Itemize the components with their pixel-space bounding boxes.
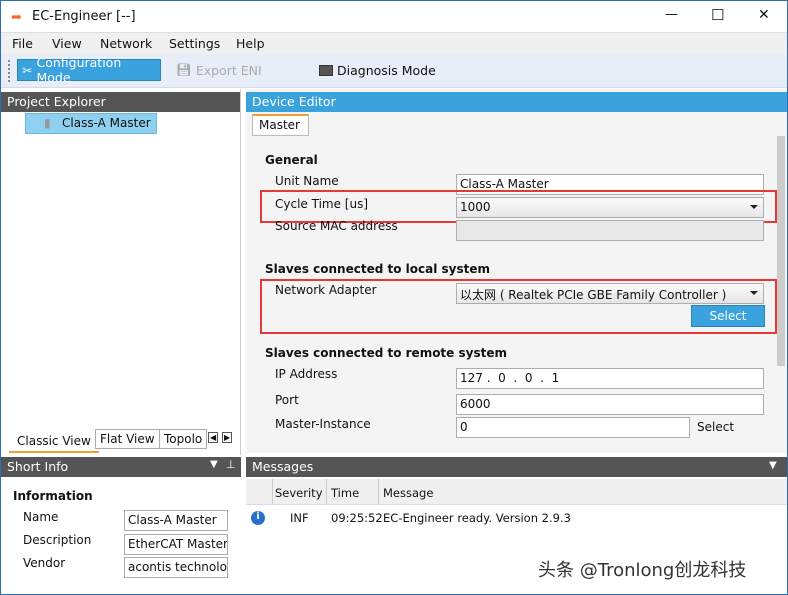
message-row[interactable]: i INF 09:25:52 EC-Engineer ready. Versio… xyxy=(246,509,787,529)
messages-column-header: Severity Time Message xyxy=(246,479,787,505)
description-field[interactable]: EtherCAT Master xyxy=(124,534,228,555)
highlight-network-adapter xyxy=(260,279,777,334)
save-icon: 💾︎ xyxy=(176,62,192,77)
ip-address-label: IP Address xyxy=(275,367,338,381)
message-text: EC-Engineer ready. Version 2.9.3 xyxy=(383,511,571,525)
pin-icon[interactable]: ⊥ xyxy=(226,458,236,471)
menu-network[interactable]: Network xyxy=(100,36,152,51)
tree-item-class-a-master[interactable]: ▮ Class-A Master xyxy=(25,113,157,134)
menu-file[interactable]: File xyxy=(12,36,33,51)
master-device-icon: ▮ xyxy=(44,116,51,130)
export-eni-button[interactable]: 💾︎ Export ENI xyxy=(172,59,266,81)
minimize-button[interactable]: — xyxy=(665,7,678,22)
close-button[interactable]: ✕ xyxy=(758,7,770,23)
dropdown-icon[interactable]: ▼ xyxy=(769,460,777,471)
port-label: Port xyxy=(275,393,299,407)
toolbar: ✂ Configuration Mode 💾︎ Export ENI Diagnos… xyxy=(1,54,787,88)
name-field[interactable]: Class-A Master xyxy=(124,510,228,531)
message-time: 09:25:52 xyxy=(331,511,383,525)
menu-view[interactable]: View xyxy=(52,36,82,51)
port-input[interactable]: 6000 xyxy=(456,394,764,415)
master-instance-label: Master-Instance xyxy=(275,417,371,431)
vertical-scrollbar[interactable] xyxy=(777,136,785,366)
tools-icon: ✂ xyxy=(22,62,33,78)
column-time[interactable]: Time xyxy=(331,486,359,500)
vendor-field[interactable]: acontis technologies xyxy=(124,557,228,578)
information-heading: Information xyxy=(13,489,93,503)
project-explorer-header: Project Explorer xyxy=(1,92,240,112)
maximize-button[interactable]: ☐ xyxy=(711,6,724,24)
unit-name-label: Unit Name xyxy=(275,174,339,188)
messages-panel: Messages ▼ Severity Time Message i INF 0… xyxy=(246,457,787,594)
local-heading: Slaves connected to local system xyxy=(265,262,490,276)
tab-master[interactable]: Master xyxy=(252,114,309,136)
column-severity[interactable]: Severity xyxy=(275,486,323,500)
ip-address-input[interactable]: 127 . 0 . 0 . 1 xyxy=(456,368,764,389)
diagnosis-mode-button[interactable]: Diagnosis Mode xyxy=(315,59,440,81)
tab-classic-view[interactable]: Classic View xyxy=(9,431,99,453)
master-instance-input[interactable]: 0 xyxy=(456,417,690,438)
source-mac-label: Source MAC address xyxy=(275,219,398,233)
configuration-mode-button[interactable]: ✂ Configuration Mode xyxy=(17,55,161,85)
description-label: Description xyxy=(23,533,92,547)
monitor-icon xyxy=(319,64,333,76)
menu-settings[interactable]: Settings xyxy=(169,36,220,51)
menu-bar: File View Network Settings Help xyxy=(1,32,787,54)
device-editor-header: Device Editor xyxy=(246,92,787,112)
watermark: 头条 @Tronlong创龙科技 xyxy=(538,560,747,581)
window-title: EC-Engineer [--] xyxy=(32,9,136,24)
view-tabs: Classic View Flat View Topolo ◀ ▶ xyxy=(9,429,239,453)
remote-heading: Slaves connected to remote system xyxy=(265,346,507,360)
source-mac-input[interactable] xyxy=(456,220,764,241)
column-message[interactable]: Message xyxy=(383,486,433,500)
select-instance-button[interactable]: Select xyxy=(697,420,734,434)
scroll-left-button[interactable]: ◀ xyxy=(208,432,219,443)
vendor-label: Vendor xyxy=(23,556,66,570)
tab-topology[interactable]: Topolo xyxy=(159,429,207,449)
menu-help[interactable]: Help xyxy=(236,36,265,51)
short-info-header: Short Info xyxy=(1,457,241,477)
toolbar-grip[interactable] xyxy=(8,60,10,82)
name-label: Name xyxy=(23,510,59,524)
title-bar: ➦ EC-Engineer [--] — ☐ ✕ xyxy=(1,1,787,32)
short-info-panel: Short Info ▼ ⊥ Information Name Class-A … xyxy=(1,457,241,594)
dropdown-icon[interactable]: ▼ xyxy=(210,459,218,470)
app-logo-icon: ➦ xyxy=(11,10,22,25)
general-heading: General xyxy=(265,153,318,167)
project-explorer-panel: Project Explorer ▮ Class-A Master Classi… xyxy=(1,89,241,455)
info-icon: i xyxy=(251,511,265,525)
messages-header: Messages xyxy=(246,457,787,477)
message-severity: INF xyxy=(290,511,309,525)
scroll-right-button[interactable]: ▶ xyxy=(222,432,233,443)
tab-flat-view[interactable]: Flat View xyxy=(95,429,160,449)
